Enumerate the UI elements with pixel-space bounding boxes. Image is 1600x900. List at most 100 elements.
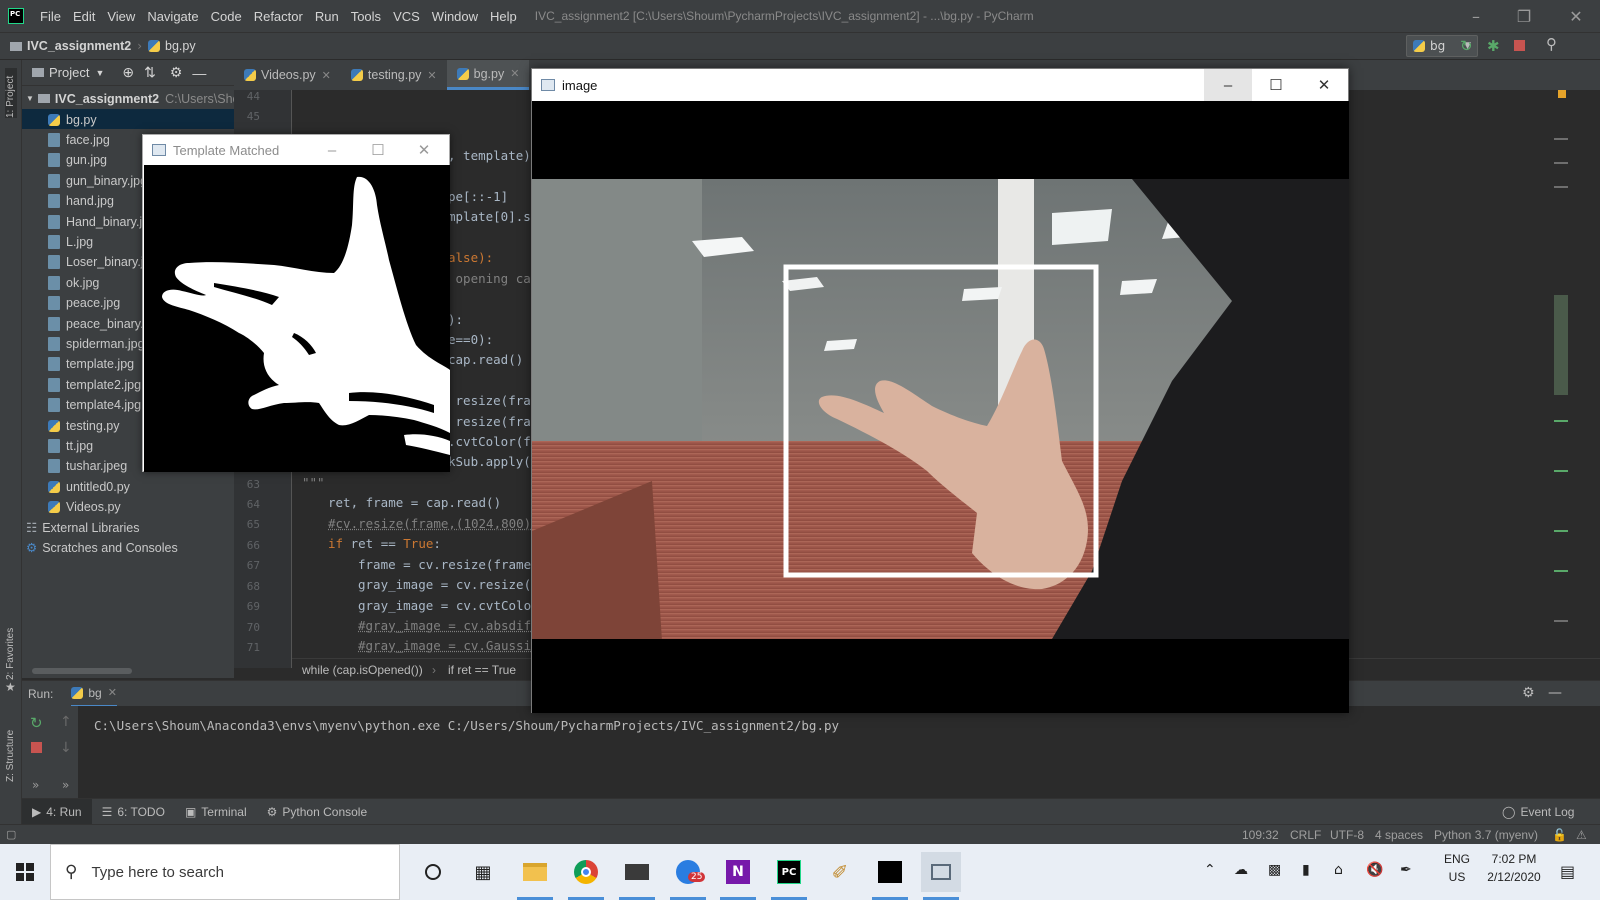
language-indicator[interactable]: ENG US: [1444, 852, 1470, 884]
stop-icon[interactable]: [1514, 40, 1525, 51]
close-icon[interactable]: ✕: [108, 686, 117, 699]
battery-icon[interactable]: ▮: [1302, 862, 1310, 878]
close-icon[interactable]: ✕: [401, 135, 447, 165]
warning-marker[interactable]: [1558, 90, 1566, 98]
minimize-icon[interactable]: –: [1452, 0, 1500, 32]
tree-file[interactable]: tt.jpg: [48, 435, 93, 456]
display-icon[interactable]: ▩: [1268, 862, 1281, 878]
menu-tools[interactable]: Tools: [345, 9, 387, 24]
tree-external-libraries[interactable]: ☷ External Libraries: [26, 517, 139, 538]
tree-file[interactable]: gun.jpg: [48, 150, 107, 171]
gear-icon[interactable]: ⚙: [1522, 685, 1535, 701]
tree-file[interactable]: Hand_binary.jpg: [48, 211, 156, 232]
favorites-tool-label[interactable]: 2: Favorites: [5, 628, 16, 680]
expand-icon[interactable]: »: [62, 778, 69, 792]
close-icon[interactable]: ✕: [1552, 0, 1600, 32]
tree-file[interactable]: template.jpg: [48, 354, 134, 375]
tool-todo[interactable]: ☰ 6: TODO: [92, 799, 175, 825]
opencv-window-icon[interactable]: [921, 852, 961, 900]
wifi-icon[interactable]: ⌂: [1334, 862, 1343, 878]
menu-edit[interactable]: Edit: [67, 9, 101, 24]
lock-icon[interactable]: 🔓: [1552, 828, 1567, 842]
menu-help[interactable]: Help: [484, 9, 523, 24]
tree-file[interactable]: Videos.py: [48, 497, 121, 518]
arrow-up-icon[interactable]: ↑: [60, 714, 72, 730]
menu-window[interactable]: Window: [426, 9, 484, 24]
onenote-icon[interactable]: N: [718, 852, 758, 900]
event-log-button[interactable]: ◯ Event Log: [1492, 799, 1584, 825]
menu-file[interactable]: File: [34, 9, 67, 24]
paint-icon[interactable]: ✐: [820, 852, 860, 892]
menu-refactor[interactable]: Refactor: [248, 9, 309, 24]
tree-file[interactable]: tushar.jpeg: [48, 456, 127, 477]
tree-file[interactable]: template4.jpg: [48, 395, 141, 416]
nav-file[interactable]: bg.py: [165, 39, 196, 53]
task-view-icon[interactable]: ▦: [463, 852, 503, 892]
search-icon[interactable]: ⚲: [1546, 35, 1557, 53]
mail-icon[interactable]: [617, 852, 657, 900]
menu-view[interactable]: View: [101, 9, 141, 24]
volume-muted-icon[interactable]: 🔇: [1366, 862, 1383, 878]
crosshair-icon[interactable]: ⊕: [122, 64, 134, 81]
pen-icon[interactable]: ✒: [1400, 862, 1412, 878]
layout-icon[interactable]: ▢: [6, 828, 16, 841]
image-window[interactable]: image – ☐ ✕: [531, 68, 1349, 713]
minimize-icon[interactable]: –: [1204, 69, 1252, 101]
maximize-icon[interactable]: ☐: [355, 135, 401, 165]
chrome-icon[interactable]: [566, 852, 606, 900]
tree-file[interactable]: hand.jpg: [48, 191, 114, 212]
image-window-titlebar[interactable]: image – ☐ ✕: [532, 69, 1348, 101]
tool-terminal[interactable]: ▣ Terminal: [175, 799, 257, 825]
tree-file[interactable]: peace.jpg: [48, 293, 120, 314]
tab-bg-py[interactable]: bg.py ✕: [446, 60, 530, 90]
tree-file[interactable]: template2.jpg: [48, 374, 141, 395]
pycharm-taskbar-icon[interactable]: PC: [769, 852, 809, 900]
line-separator[interactable]: CRLF: [1290, 828, 1321, 842]
error-stripe[interactable]: [1554, 90, 1568, 668]
file-encoding[interactable]: UTF-8: [1330, 828, 1364, 842]
menu-navigate[interactable]: Navigate: [141, 9, 204, 24]
tree-file[interactable]: gun_binary.jpg: [48, 170, 147, 191]
menu-vcs[interactable]: VCS: [387, 9, 426, 24]
breadcrumb-while[interactable]: while (cap.isOpened()): [302, 663, 423, 677]
tree-file[interactable]: face.jpg: [48, 129, 110, 150]
expand-arrow-icon[interactable]: ▼: [26, 94, 34, 103]
hide-icon[interactable]: —: [192, 65, 206, 81]
indent-setting[interactable]: 4 spaces: [1375, 828, 1423, 842]
photos-icon[interactable]: [870, 852, 910, 900]
rerun-icon[interactable]: ↻: [1460, 37, 1473, 55]
menu-code[interactable]: Code: [205, 9, 248, 24]
template-matched-window[interactable]: Template Matched – ☐ ✕: [142, 134, 450, 472]
notifications-icon[interactable]: ▤: [1560, 862, 1575, 881]
project-tool-label[interactable]: 1: Project: [5, 76, 16, 118]
tree-file[interactable]: ok.jpg: [48, 272, 99, 293]
run-tab-bg[interactable]: bg ✕: [71, 681, 117, 707]
project-panel-title[interactable]: Project: [49, 65, 89, 80]
show-hidden-icons-icon[interactable]: ⌃: [1204, 862, 1216, 878]
arrow-down-icon[interactable]: ↓: [60, 740, 72, 756]
collapse-icon[interactable]: ⇅: [144, 64, 156, 81]
start-button[interactable]: [0, 844, 50, 900]
tree-file[interactable]: untitled0.py: [48, 476, 130, 497]
close-icon[interactable]: ✕: [1300, 69, 1348, 101]
menu-run[interactable]: Run: [309, 9, 345, 24]
close-icon[interactable]: ✕: [322, 69, 331, 82]
tree-file[interactable]: testing.py: [48, 415, 120, 436]
tree-file[interactable]: bg.py: [48, 109, 97, 130]
messaging-app-icon[interactable]: 25: [668, 852, 708, 900]
tree-scratches[interactable]: ⚙ Scratches and Consoles: [26, 537, 178, 558]
cortana-icon[interactable]: [413, 852, 453, 892]
gear-icon[interactable]: ⚙: [170, 64, 183, 81]
nav-project[interactable]: IVC_assignment2: [27, 39, 131, 53]
stop-icon[interactable]: [31, 742, 42, 753]
hide-icon[interactable]: —: [1548, 685, 1562, 701]
restore-icon[interactable]: ❐: [1500, 0, 1548, 32]
inspector-icon[interactable]: ⚠: [1576, 828, 1587, 842]
tree-file[interactable]: L.jpg: [48, 231, 93, 252]
breadcrumb-if[interactable]: if ret == True: [448, 663, 516, 677]
tool-python-console[interactable]: ⚙ Python Console: [257, 799, 378, 825]
maximize-icon[interactable]: ☐: [1252, 69, 1300, 101]
tool-run[interactable]: ▶ 4: Run: [22, 798, 92, 825]
chevron-down-icon[interactable]: ▼: [95, 68, 104, 78]
tree-root[interactable]: ▼ IVC_assignment2 C:\Users\Shoum: [26, 88, 257, 109]
